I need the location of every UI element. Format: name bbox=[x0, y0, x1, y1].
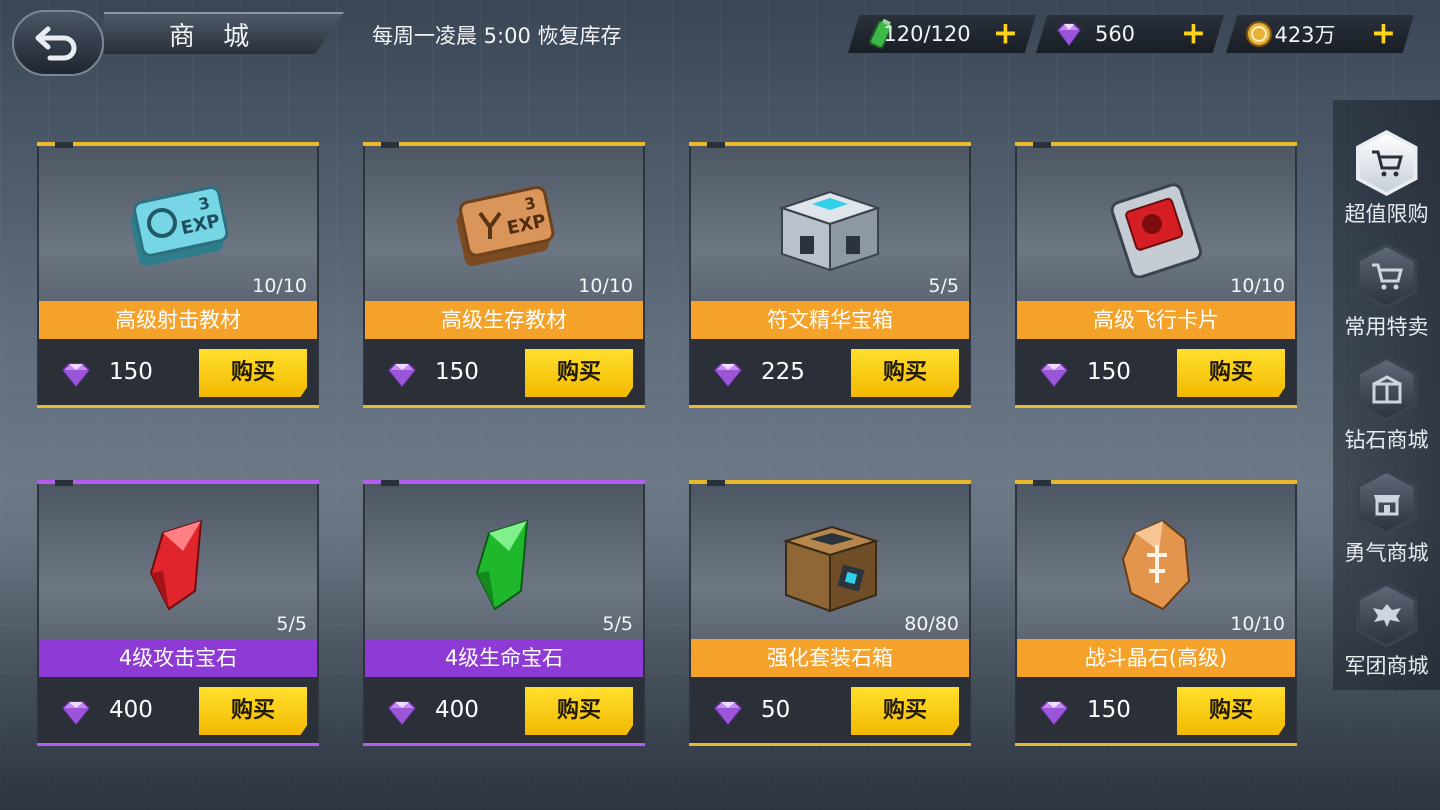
exp-card-blue-icon: EXP 3 bbox=[130, 186, 229, 267]
shop-item-card[interactable]: 5/5 4级生命宝石 400 购买 bbox=[363, 480, 645, 746]
sidebar-item-label: 超值限购 bbox=[1344, 202, 1429, 226]
stamina-counter: 120/120 + bbox=[848, 15, 1036, 53]
item-price: 50 bbox=[761, 697, 791, 723]
diamond-counter: 560 + bbox=[1036, 15, 1224, 53]
item-stock: 10/10 bbox=[1230, 613, 1285, 635]
buy-button[interactable]: 购买 bbox=[199, 349, 307, 397]
buy-button[interactable]: 购买 bbox=[1177, 349, 1285, 397]
item-price: 150 bbox=[1087, 359, 1131, 385]
sidebar-item-limited-deals[interactable]: 超值限购 bbox=[1333, 114, 1440, 226]
diamond-icon bbox=[61, 363, 91, 388]
diamond-icon bbox=[1039, 363, 1069, 388]
sidebar-item-diamond-shop[interactable]: 钻石商城 bbox=[1333, 340, 1440, 452]
diamond-icon bbox=[387, 701, 417, 726]
shop-item-card[interactable]: 80/80 强化套装石箱 50 购买 bbox=[689, 480, 971, 746]
shopping-cart-icon bbox=[1371, 263, 1403, 290]
rune-chest-icon bbox=[778, 190, 882, 272]
coin-value: 423万 bbox=[1274, 23, 1336, 47]
exp-card-bronze-icon: EXP 3 bbox=[456, 186, 555, 267]
restock-notice: 每周一凌晨 5:00 恢复库存 bbox=[372, 24, 622, 48]
item-price: 400 bbox=[109, 697, 153, 723]
add-diamond-button[interactable]: + bbox=[1181, 19, 1206, 49]
item-stock: 10/10 bbox=[252, 275, 307, 297]
sidebar-item-label: 钻石商城 bbox=[1344, 428, 1429, 452]
item-price: 225 bbox=[761, 359, 805, 385]
diamond-icon bbox=[713, 701, 743, 726]
green-gem-icon bbox=[475, 519, 529, 611]
item-stock: 5/5 bbox=[602, 613, 633, 635]
diamond-value: 560 bbox=[1094, 22, 1136, 46]
page-title: 商 城 bbox=[168, 21, 260, 52]
item-stock: 80/80 bbox=[904, 613, 959, 635]
buy-button[interactable]: 购买 bbox=[525, 687, 633, 735]
shop-category-sidebar: 超值限购 常用特卖 钻石商城 勇气商城 军团商城 bbox=[1333, 100, 1440, 690]
buy-button[interactable]: 购买 bbox=[851, 349, 959, 397]
item-name: 符文精华宝箱 bbox=[691, 301, 969, 339]
gift-box-icon bbox=[1372, 375, 1401, 404]
flight-card-icon bbox=[1110, 183, 1203, 278]
item-stock: 10/10 bbox=[578, 275, 633, 297]
diamond-icon bbox=[1039, 701, 1069, 726]
item-price: 400 bbox=[435, 697, 479, 723]
buy-button[interactable]: 购买 bbox=[851, 687, 959, 735]
shop-item-card[interactable]: 5/5 符文精华宝箱 225 购买 bbox=[689, 142, 971, 408]
shopping-cart-icon bbox=[1371, 150, 1403, 177]
storefront-icon bbox=[1373, 495, 1400, 516]
shop-item-card[interactable]: 10/10 战斗晶石(高级) 150 购买 bbox=[1015, 480, 1297, 746]
add-stamina-button[interactable]: + bbox=[993, 19, 1018, 49]
item-price: 150 bbox=[109, 359, 153, 385]
back-button[interactable] bbox=[12, 10, 104, 76]
buy-button[interactable]: 购买 bbox=[1177, 687, 1285, 735]
item-price: 150 bbox=[1087, 697, 1131, 723]
sidebar-item-label: 勇气商城 bbox=[1344, 541, 1429, 565]
stamina-value: 120/120 bbox=[883, 22, 971, 46]
sidebar-item-label: 军团商城 bbox=[1344, 654, 1429, 678]
buy-button[interactable]: 购买 bbox=[199, 687, 307, 735]
item-name: 高级飞行卡片 bbox=[1017, 301, 1295, 339]
eagle-emblem-icon bbox=[1372, 604, 1401, 627]
item-name: 强化套装石箱 bbox=[691, 639, 969, 677]
shop-item-card[interactable]: EXP 3 10/10 高级生存教材 150 购买 bbox=[363, 142, 645, 408]
item-stock: 5/5 bbox=[928, 275, 959, 297]
buy-button[interactable]: 购买 bbox=[525, 349, 633, 397]
page-title-plate: 商 城 bbox=[104, 12, 344, 54]
add-coin-button[interactable]: + bbox=[1371, 19, 1396, 49]
diamond-icon bbox=[713, 363, 743, 388]
sidebar-item-label: 常用特卖 bbox=[1344, 315, 1429, 339]
sidebar-item-courage-shop[interactable]: 勇气商城 bbox=[1333, 453, 1440, 565]
back-arrow-icon bbox=[35, 26, 77, 61]
diamond-icon bbox=[387, 363, 417, 388]
item-name: 高级射击教材 bbox=[39, 301, 317, 339]
item-price: 150 bbox=[435, 359, 479, 385]
shop-item-card[interactable]: EXP 3 10/10 高级射击教材 150 购买 bbox=[37, 142, 319, 408]
battle-crystal-icon bbox=[1121, 519, 1191, 611]
item-stock: 5/5 bbox=[276, 613, 307, 635]
diamond-icon bbox=[61, 701, 91, 726]
sidebar-item-daily-sale[interactable]: 常用特卖 bbox=[1333, 227, 1440, 339]
item-name: 战斗晶石(高级) bbox=[1017, 639, 1295, 677]
item-name: 高级生存教材 bbox=[365, 301, 643, 339]
item-name: 4级生命宝石 bbox=[365, 639, 643, 677]
shop-item-card[interactable]: 5/5 4级攻击宝石 400 购买 bbox=[37, 480, 319, 746]
item-name: 4级攻击宝石 bbox=[39, 639, 317, 677]
red-gem-icon bbox=[149, 519, 203, 611]
shop-item-card[interactable]: 10/10 高级飞行卡片 150 购买 bbox=[1015, 142, 1297, 408]
coin-counter: 423万 + bbox=[1226, 15, 1414, 53]
stone-crate-icon bbox=[782, 525, 880, 613]
item-stock: 10/10 bbox=[1230, 275, 1285, 297]
sidebar-item-legion-shop[interactable]: 军团商城 bbox=[1333, 566, 1440, 678]
